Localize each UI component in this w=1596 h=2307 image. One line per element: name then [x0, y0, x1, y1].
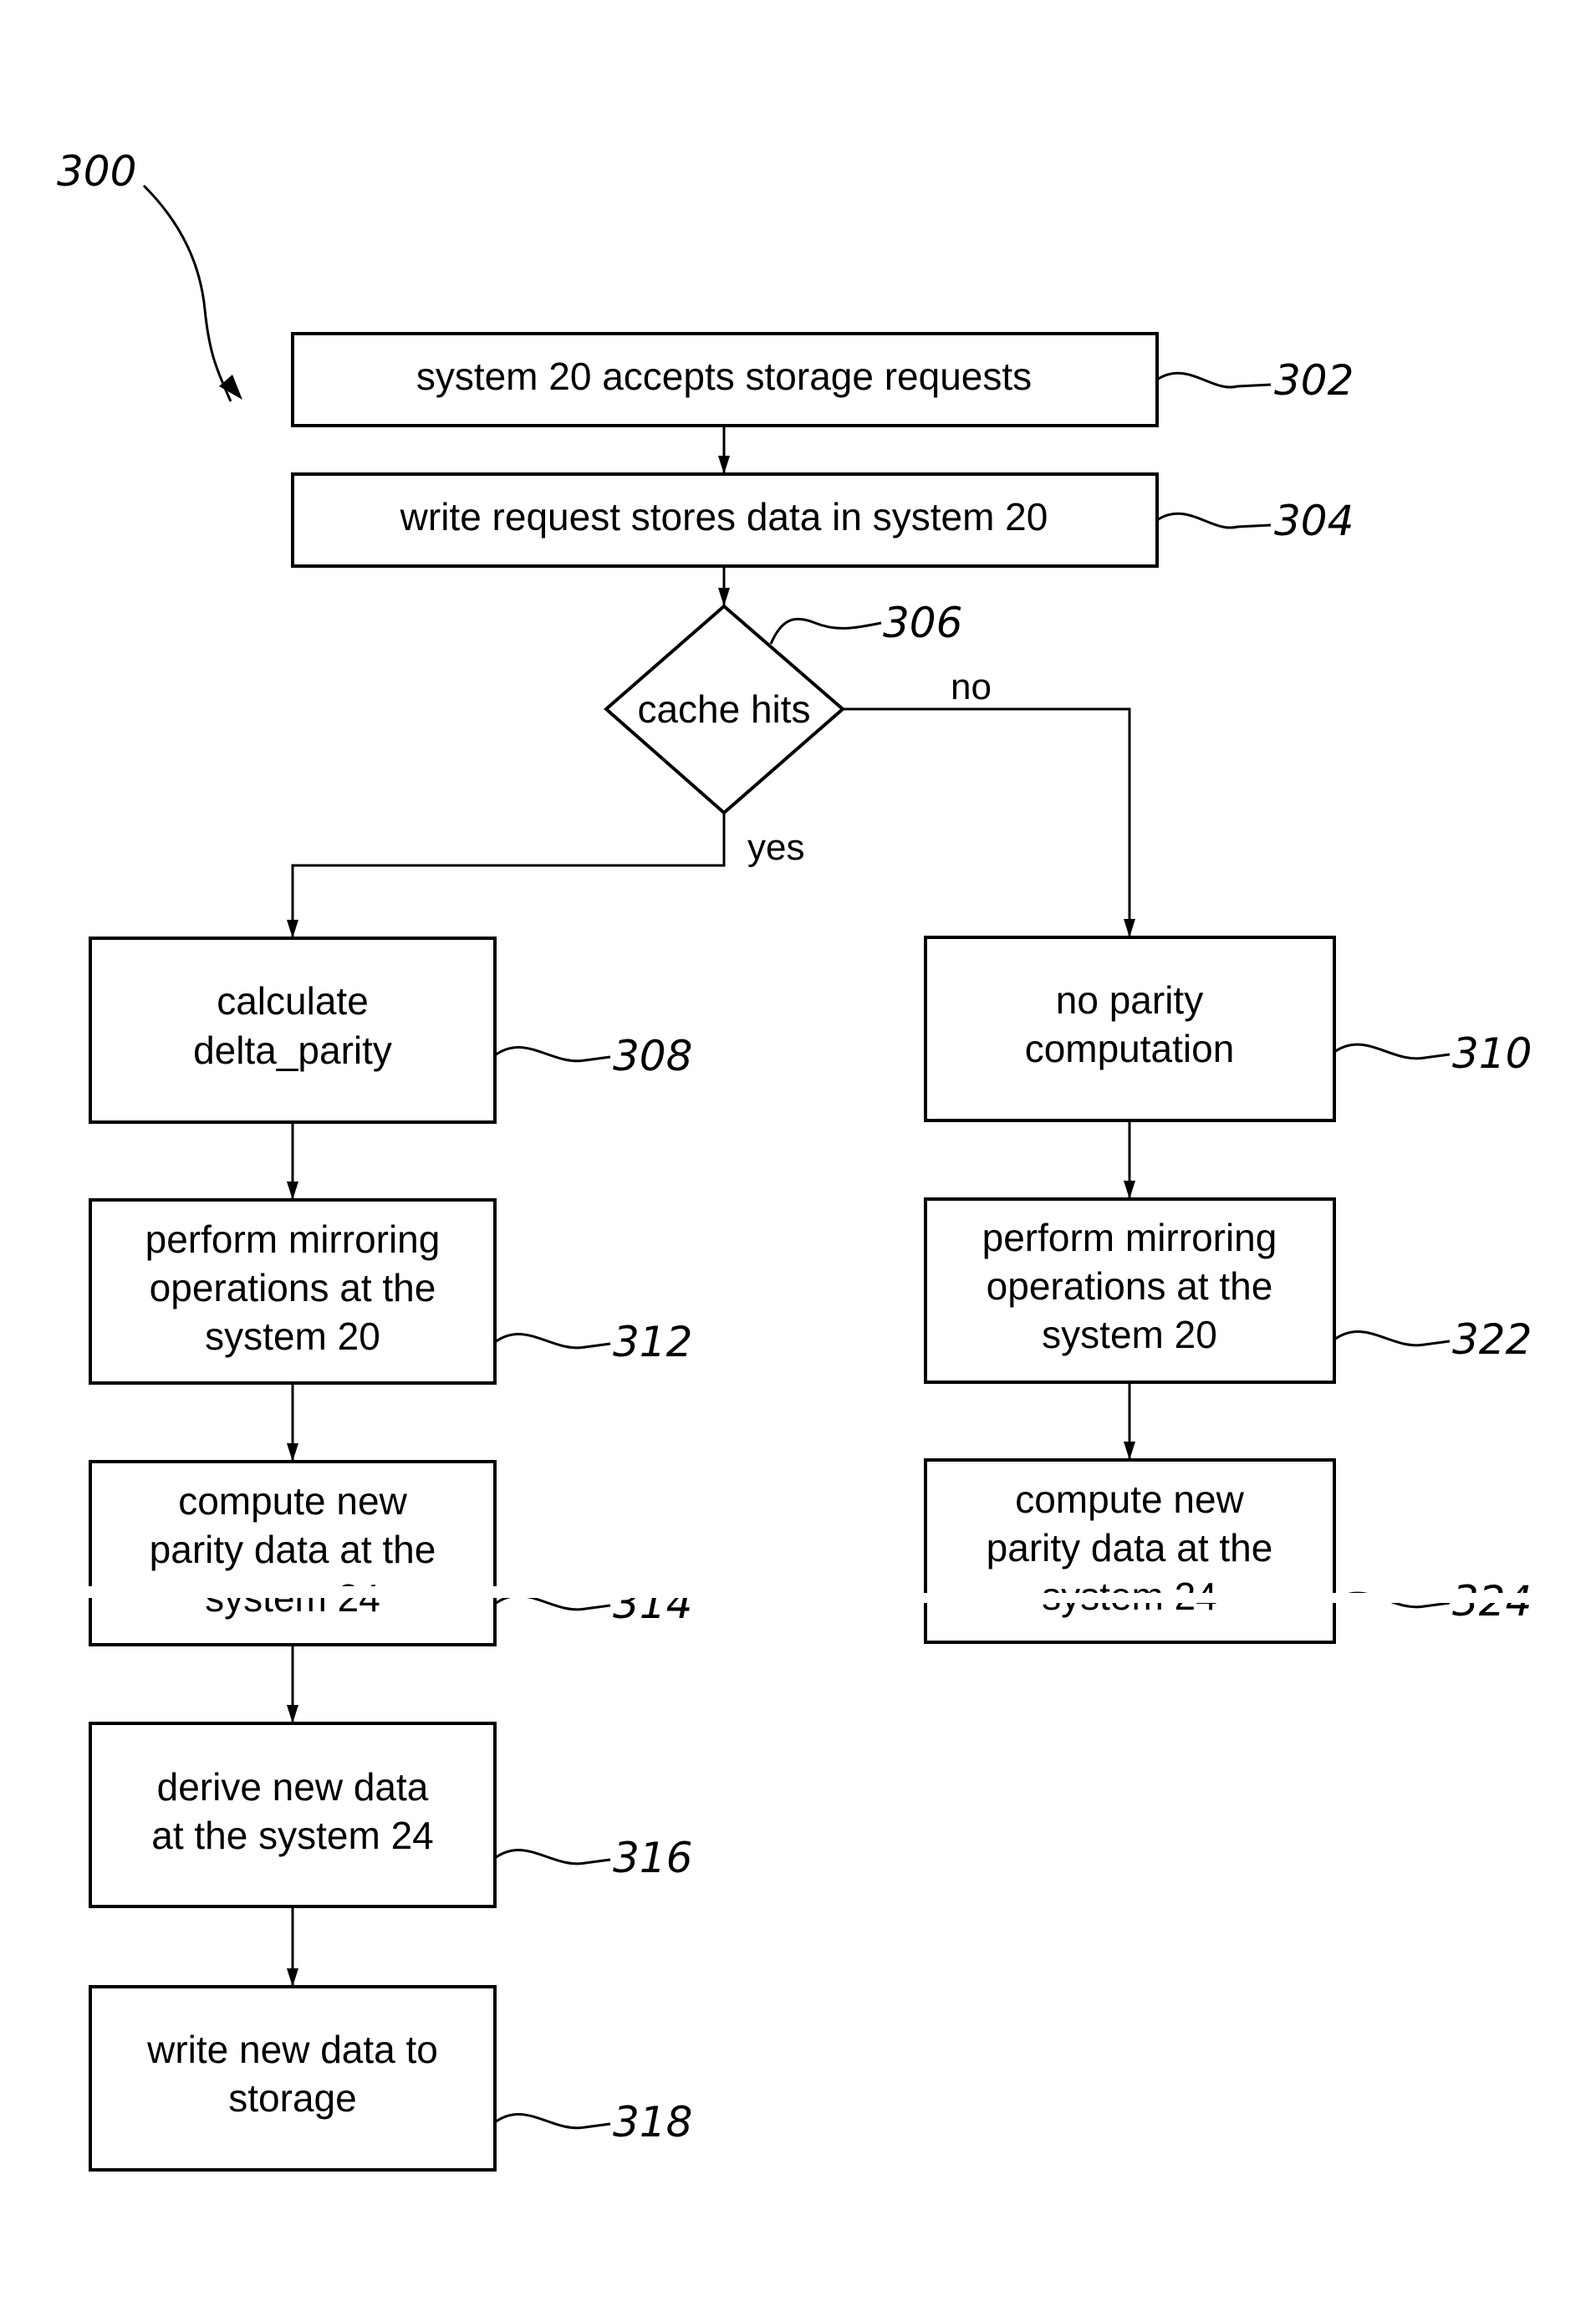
- step-318: write new data to storage 318: [89, 1985, 692, 2172]
- step-302-leader: [1156, 371, 1272, 389]
- decision-306-ref: 306: [883, 599, 962, 647]
- step-304-ref: 304: [1274, 497, 1354, 545]
- step-308-text-line1: calculate: [217, 979, 369, 1023]
- step-316-text-line1: derive new data: [157, 1765, 429, 1809]
- step-310-text-line2: computation: [1025, 1027, 1235, 1070]
- step-308-ref: 308: [613, 1032, 692, 1080]
- step-316-ref: 316: [613, 1834, 692, 1882]
- step-310: no parity computation 310: [924, 936, 1532, 1122]
- step-318-ref: 318: [613, 2098, 692, 2146]
- step-304-text: write request stores data in system 20: [400, 495, 1048, 538]
- step-324-text-line1: compute new: [1015, 1478, 1244, 1521]
- step-322-text-line2: operations at the: [987, 1264, 1273, 1308]
- step-318-text-line2: storage: [228, 2076, 356, 2120]
- step-322-ref: 322: [1452, 1315, 1532, 1364]
- decision-306-leader: [769, 617, 882, 645]
- step-308: calculate delta_parity 308: [89, 937, 692, 1124]
- step-324-text-line2: parity data at the: [987, 1526, 1273, 1569]
- step-312-ref: 312: [613, 1318, 692, 1366]
- connector-yes-308: [287, 813, 726, 938]
- step-312-text-line2: operations at the: [150, 1266, 436, 1309]
- scan-gap-artifact: [915, 1593, 1584, 1603]
- step-308-leader: [494, 1046, 611, 1063]
- step-302-ref: 302: [1274, 356, 1354, 405]
- step-312-leader: [494, 1333, 611, 1350]
- decision-306: cache hits 306 no yes: [603, 599, 992, 868]
- figure-ref-300: 300: [57, 147, 136, 196]
- step-312-text-line3: system 20: [205, 1314, 380, 1358]
- step-310-leader: [1333, 1043, 1451, 1060]
- step-316-leader: [494, 1849, 611, 1866]
- step-312: perform mirroring operations at the syst…: [89, 1198, 692, 1385]
- step-322: perform mirroring operations at the syst…: [924, 1197, 1532, 1384]
- decision-306-yes-label: yes: [747, 827, 804, 868]
- scan-gap-artifact: [79, 1586, 715, 1598]
- step-314: compute new parity data at the system 24…: [79, 1460, 715, 1646]
- step-316-text-line2: at the system 24: [151, 1814, 434, 1857]
- step-302: system 20 accepts storage requests 302: [291, 332, 1354, 427]
- step-304: write request stores data in system 20 3…: [291, 472, 1354, 568]
- step-310-text-line1: no parity: [1056, 978, 1203, 1022]
- step-304-leader: [1156, 512, 1272, 529]
- step-314-text-line2: parity data at the: [150, 1528, 436, 1571]
- decision-306-text: cache hits: [637, 687, 810, 731]
- flowchart: 300 system 20 accepts storage requests 3…: [57, 147, 1584, 2172]
- figure-pointer-arrowhead: [219, 375, 242, 400]
- step-312-text-line1: perform mirroring: [145, 1217, 441, 1261]
- step-322-text-line1: perform mirroring: [982, 1216, 1277, 1259]
- step-318-text-line1: write new data to: [146, 2028, 438, 2071]
- step-302-text: system 20 accepts storage requests: [416, 355, 1032, 398]
- step-316: derive new data at the system 24 316: [89, 1722, 692, 1908]
- step-322-leader: [1333, 1330, 1451, 1347]
- step-318-leader: [494, 2113, 611, 2130]
- figure-pointer-line: [142, 184, 232, 402]
- step-324: compute new parity data at the system 24…: [915, 1458, 1584, 1644]
- decision-306-no-label: no: [951, 666, 992, 707]
- step-310-ref: 310: [1452, 1029, 1532, 1078]
- step-308-text-line2: delta_parity: [193, 1028, 392, 1072]
- step-314-text-line1: compute new: [178, 1479, 407, 1523]
- step-322-text-line3: system 20: [1042, 1313, 1217, 1356]
- connector-no-310: [843, 707, 1135, 937]
